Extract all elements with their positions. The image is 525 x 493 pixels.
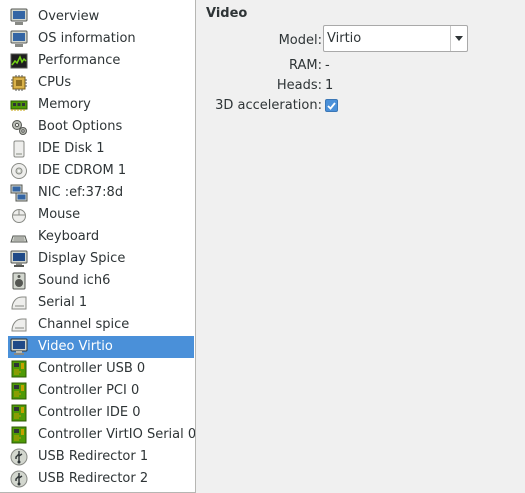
- keyboard-icon: [10, 228, 28, 246]
- sidebar-item-controller-virtio-serial-0[interactable]: Controller VirtIO Serial 0: [8, 424, 196, 446]
- video-details-panel: Video Model: Virtio RAM: - Heads: 1 3D a…: [206, 6, 516, 113]
- sidebar-item-usb-redirector-2[interactable]: USB Redirector 2: [8, 468, 194, 490]
- heads-row: Heads: 1: [206, 75, 516, 97]
- network-card-icon: [10, 184, 28, 202]
- sidebar-item-os-information[interactable]: OS information: [8, 28, 194, 50]
- accel-row: 3D acceleration:: [206, 95, 516, 117]
- sidebar-item-label: Controller IDE 0: [38, 405, 141, 420]
- sidebar-item-memory[interactable]: Memory: [8, 94, 194, 116]
- sidebar-item-ide-cdrom-1[interactable]: IDE CDROM 1: [8, 160, 194, 182]
- sidebar-item-label: Keyboard: [38, 229, 100, 244]
- heads-value: 1: [325, 78, 334, 93]
- gears-icon: [10, 118, 28, 136]
- checkmark-icon: [327, 101, 336, 110]
- sidebar-item-label: Display Spice: [38, 251, 126, 266]
- controller-board-icon: [10, 382, 28, 400]
- sidebar-item-controller-usb-0[interactable]: Controller USB 0: [8, 358, 194, 380]
- sidebar-item-label: IDE Disk 1: [38, 141, 105, 156]
- sidebar-item-cpus[interactable]: CPUs: [8, 72, 194, 94]
- sidebar-item-label: Controller USB 0: [38, 361, 146, 376]
- sidebar-item-label: OS information: [38, 31, 136, 46]
- model-combobox[interactable]: Virtio: [323, 25, 468, 52]
- memory-module-icon: [10, 96, 28, 114]
- mouse-icon: [10, 206, 28, 224]
- display-icon: [10, 250, 28, 268]
- sidebar-item-label: IDE CDROM 1: [38, 163, 127, 178]
- 3d-acceleration-label: 3D acceleration:: [215, 98, 322, 113]
- sidebar-item-label: Video Virtio: [38, 339, 113, 354]
- model-row: Model: Virtio: [206, 25, 516, 52]
- controller-board-icon: [10, 404, 28, 422]
- sidebar-item-video-virtio[interactable]: Video Virtio: [8, 336, 194, 358]
- ram-row: RAM: -: [206, 55, 516, 77]
- model-combobox-value: Virtio: [327, 31, 362, 46]
- model-label: Model:: [278, 33, 322, 48]
- monitor-icon: [10, 30, 28, 48]
- sidebar-item-label: Overview: [38, 9, 100, 24]
- controller-board-icon: [10, 426, 28, 444]
- disk-icon: [10, 140, 28, 158]
- hardware-list-pane: Overview OS information Performance CPUs: [0, 0, 196, 493]
- sidebar-item-keyboard[interactable]: Keyboard: [8, 226, 194, 248]
- ram-label: RAM:: [289, 58, 322, 73]
- usb-redirect-icon: [10, 470, 28, 488]
- sidebar-item-controller-ide-0[interactable]: Controller IDE 0: [8, 402, 194, 424]
- sidebar-item-label: Mouse: [38, 207, 81, 222]
- cpu-chip-icon: [10, 74, 28, 92]
- hardware-list: Overview OS information Performance CPUs: [0, 0, 195, 490]
- sidebar-item-nic[interactable]: NIC :ef:37:8d: [8, 182, 194, 204]
- sidebar-item-label: USB Redirector 1: [38, 449, 149, 464]
- 3d-acceleration-checkbox[interactable]: [325, 99, 338, 112]
- sidebar-item-display-spice[interactable]: Display Spice: [8, 248, 194, 270]
- sidebar-item-label: Controller PCI 0: [38, 383, 140, 398]
- sidebar-item-overview[interactable]: Overview: [8, 6, 194, 28]
- sidebar-item-label: Serial 1: [38, 295, 88, 310]
- sidebar-item-label: Boot Options: [38, 119, 123, 134]
- sidebar-item-label: USB Redirector 2: [38, 471, 149, 486]
- sidebar-item-mouse[interactable]: Mouse: [8, 204, 194, 226]
- usb-redirect-icon: [10, 448, 28, 466]
- sidebar-item-label: Sound ich6: [38, 273, 111, 288]
- sidebar-item-usb-redirector-1[interactable]: USB Redirector 1: [8, 446, 194, 468]
- controller-board-icon: [10, 360, 28, 378]
- channel-icon: [10, 316, 28, 334]
- serial-port-icon: [10, 294, 28, 312]
- sidebar-item-controller-pci-0[interactable]: Controller PCI 0: [8, 380, 194, 402]
- sidebar-item-channel-spice[interactable]: Channel spice: [8, 314, 194, 336]
- speaker-icon: [10, 272, 28, 290]
- cdrom-icon: [10, 162, 28, 180]
- sidebar-item-label: Channel spice: [38, 317, 130, 332]
- sidebar-item-label: NIC :ef:37:8d: [38, 185, 124, 200]
- sidebar-item-label: Controller VirtIO Serial 0: [38, 427, 196, 442]
- ram-value: -: [325, 58, 330, 73]
- sidebar-item-label: CPUs: [38, 75, 72, 90]
- sidebar-item-label: Performance: [38, 53, 121, 68]
- sidebar-item-label: Memory: [38, 97, 91, 112]
- sidebar-item-ide-disk-1[interactable]: IDE Disk 1: [8, 138, 194, 160]
- sidebar-item-performance[interactable]: Performance: [8, 50, 194, 72]
- sidebar-item-sound-ich6[interactable]: Sound ich6: [8, 270, 194, 292]
- monitor-icon: [10, 8, 28, 26]
- performance-graph-icon: [10, 52, 28, 70]
- heads-label: Heads:: [276, 78, 322, 93]
- section-title: Video: [206, 6, 248, 21]
- sidebar-item-boot-options[interactable]: Boot Options: [8, 116, 194, 138]
- sidebar-item-serial-1[interactable]: Serial 1: [8, 292, 194, 314]
- dropdown-arrow-icon[interactable]: [450, 26, 467, 51]
- video-display-icon: [10, 338, 28, 356]
